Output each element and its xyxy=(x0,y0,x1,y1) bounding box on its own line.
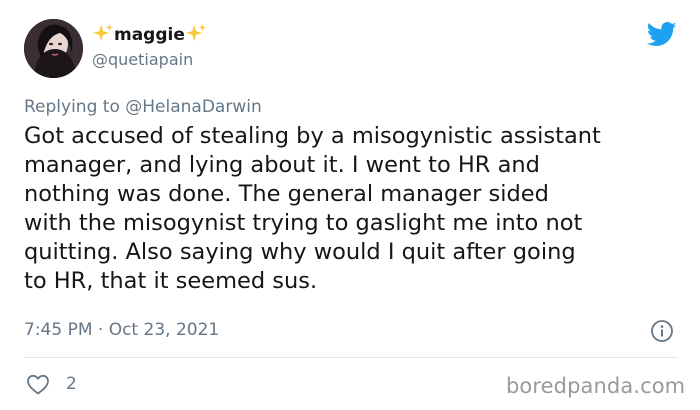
tweet-text-line: with the misogynist trying to gaslight m… xyxy=(24,210,583,236)
tweet-card: maggie @quetiapain Replying to @HelanaDa… xyxy=(0,0,700,410)
heart-icon xyxy=(27,374,49,395)
tweet-text: Got accused of stealing by a misogynisti… xyxy=(24,122,684,296)
tweet-text-line: quitting. Also saying why would I quit a… xyxy=(24,239,576,265)
reply-mention-link[interactable]: @HelanaDarwin xyxy=(125,97,261,117)
sparkles-icon xyxy=(185,23,206,42)
like-button[interactable]: 2 xyxy=(26,372,77,396)
user-handle[interactable]: @quetiapain xyxy=(92,49,193,71)
replying-to: Replying to @HelanaDarwin xyxy=(24,95,262,119)
sparkles-icon xyxy=(92,23,114,42)
avatar[interactable] xyxy=(24,19,83,78)
display-name[interactable]: maggie xyxy=(92,22,207,47)
like-count: 2 xyxy=(66,374,77,394)
twitter-bird-icon[interactable] xyxy=(647,22,677,47)
display-name-text: maggie xyxy=(114,25,185,45)
tweet-text-line: nothing was done. The general manager si… xyxy=(24,181,549,207)
divider xyxy=(24,357,678,358)
tweet-text-line: manager, and lying about it. I went to H… xyxy=(24,152,540,178)
tweet-text-line: Got accused of stealing by a misogynisti… xyxy=(24,123,601,149)
watermark: boredpanda.com xyxy=(506,374,686,398)
tweet-timestamp[interactable]: 7:45 PM · Oct 23, 2021 xyxy=(24,318,219,342)
tweet-text-line: to HR, that it seemed sus. xyxy=(24,268,318,294)
info-icon[interactable] xyxy=(650,319,674,343)
replying-to-label: Replying to xyxy=(24,97,120,117)
